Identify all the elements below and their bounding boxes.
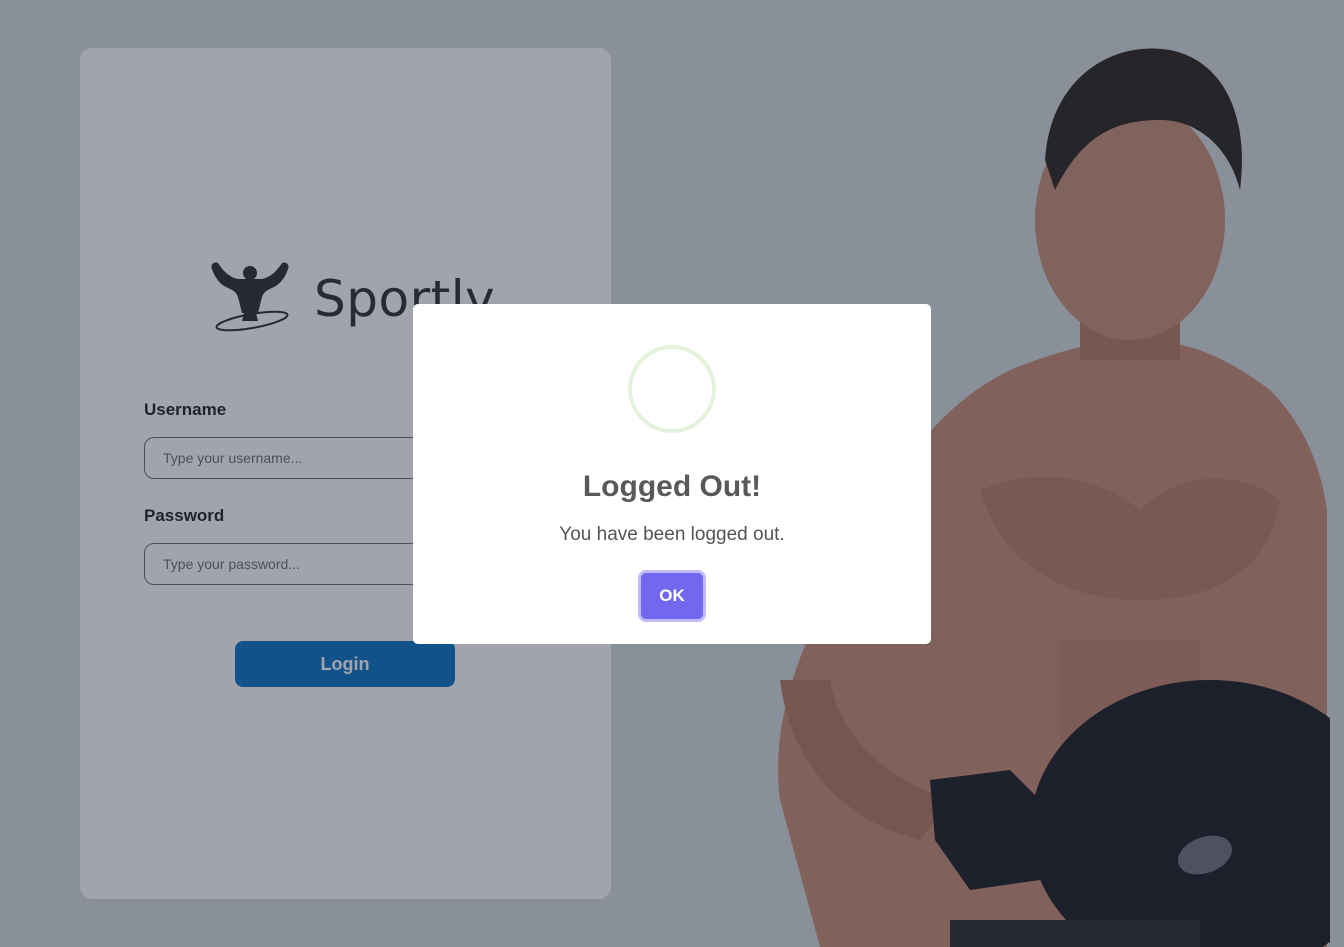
modal-message: You have been logged out. xyxy=(559,524,785,545)
modal-title: Logged Out! xyxy=(582,470,762,503)
ok-button[interactable]: OK xyxy=(641,573,703,619)
logout-modal: Logged Out! You have been logged out. OK xyxy=(413,304,931,644)
success-circle-icon xyxy=(628,345,716,433)
login-page: Sportly Username Password Login xyxy=(0,0,1344,947)
